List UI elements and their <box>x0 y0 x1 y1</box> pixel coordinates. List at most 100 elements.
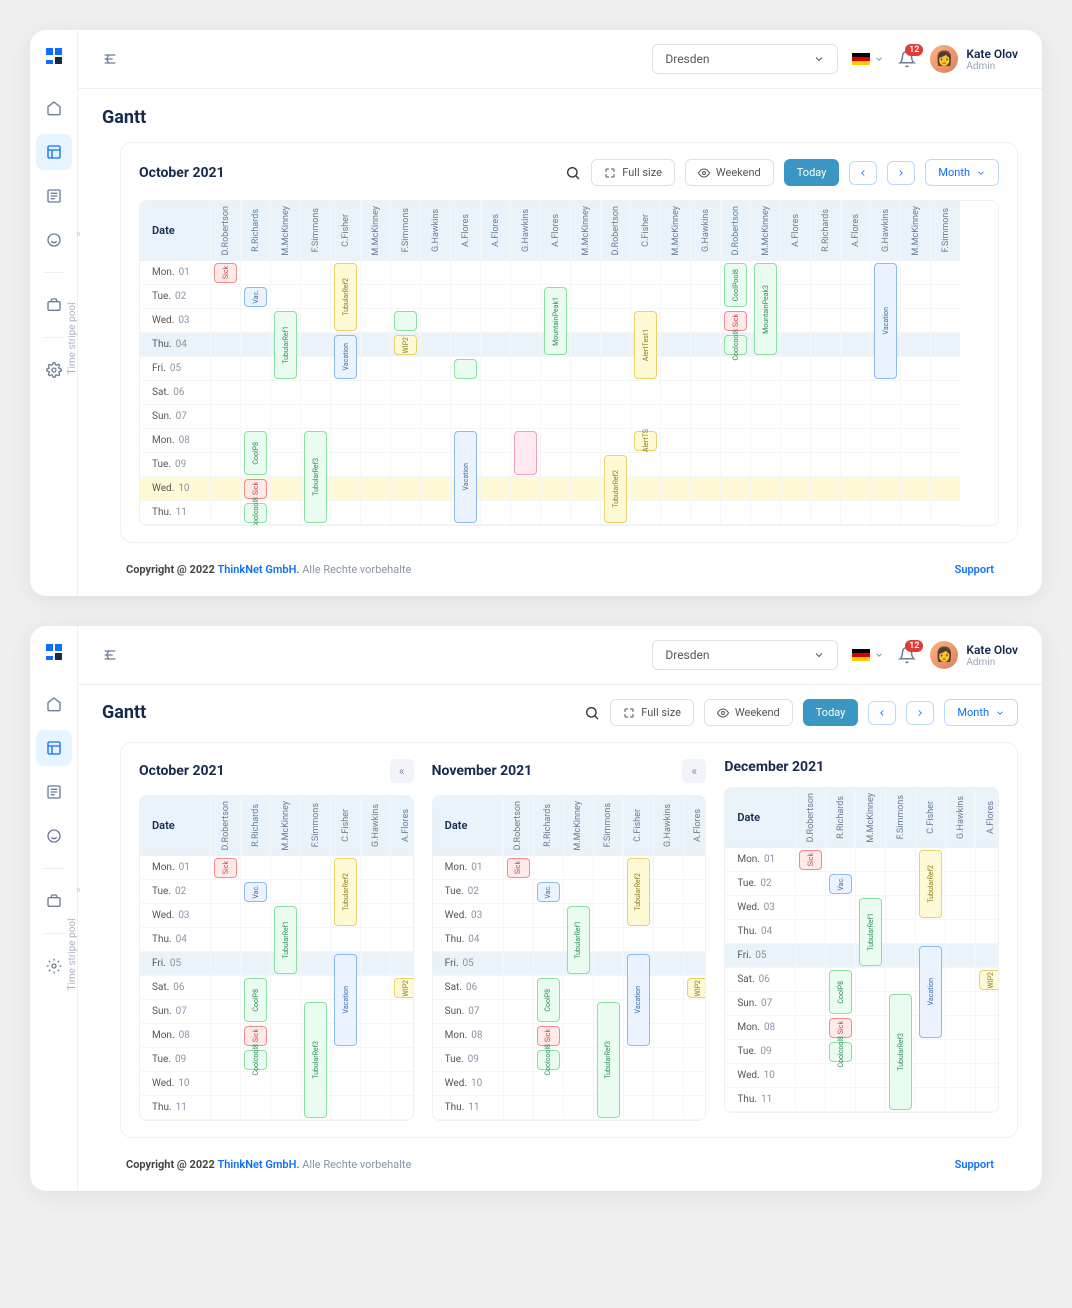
nav-list-icon[interactable] <box>36 774 72 810</box>
search-icon[interactable] <box>584 705 600 721</box>
gantt-task[interactable]: TubularRef3 <box>304 1002 327 1118</box>
gantt-task[interactable]: Coolcool8 <box>244 503 267 523</box>
nav-gantt-icon[interactable] <box>36 730 72 766</box>
sidebar-toggle-icon[interactable] <box>102 51 118 67</box>
nav-home-icon[interactable] <box>36 90 72 126</box>
gantt-task[interactable]: AlertTest1 <box>634 311 657 379</box>
gantt-task[interactable]: TubularRef2 <box>627 858 650 926</box>
gantt-scroll-area[interactable]: D.RobertsonSickR.RichardsVac.CoolP8SickC… <box>795 788 998 1112</box>
today-button[interactable]: Today <box>803 699 859 726</box>
gantt-task[interactable]: Sick <box>507 858 530 878</box>
gantt-task[interactable] <box>454 359 477 379</box>
nav-briefcase-icon[interactable] <box>36 883 72 919</box>
gantt-task[interactable]: CoolP8 <box>537 978 560 1022</box>
gantt-task[interactable] <box>514 431 537 475</box>
nav-smile-icon[interactable] <box>36 222 72 258</box>
gantt-task[interactable]: Vac. <box>244 287 267 307</box>
prev-button[interactable] <box>849 161 877 185</box>
gantt-scroll-area[interactable]: D.RobertsonSickR.RichardsVac.CoolP8SickC… <box>210 201 998 525</box>
gantt-task[interactable]: TubularRef2 <box>604 455 627 523</box>
gantt-task[interactable]: WIP2 <box>979 970 998 990</box>
gantt-task[interactable]: Vacation <box>874 263 897 379</box>
gantt-task[interactable] <box>394 311 417 331</box>
nav-gantt-icon[interactable] <box>36 134 72 170</box>
gantt-task[interactable]: Vacation <box>627 954 650 1046</box>
view-select[interactable]: Month <box>925 159 999 186</box>
gantt-task[interactable]: Coolcool8 <box>244 1050 267 1070</box>
person-header: G.Hawkins <box>691 201 720 261</box>
gantt-task[interactable]: Sick <box>244 479 267 499</box>
gantt-scroll-area[interactable]: D.RobertsonSickR.RichardsVac.CoolP8SickC… <box>210 796 413 1120</box>
gantt-task[interactable]: Vacation <box>919 946 942 1038</box>
search-icon[interactable] <box>565 165 581 181</box>
gantt-task[interactable]: Sick <box>799 850 822 870</box>
gantt-task[interactable]: WIP2 <box>394 978 413 998</box>
view-select[interactable]: Month <box>944 699 1018 726</box>
full-size-button[interactable]: Full size <box>610 699 694 726</box>
gantt-task[interactable]: TubularRef3 <box>304 431 327 523</box>
gantt-task[interactable]: TubularRef3 <box>889 994 912 1110</box>
support-link[interactable]: Support <box>955 563 994 576</box>
gantt-task[interactable]: Sick <box>214 263 237 283</box>
gantt-scroll-area[interactable]: D.RobertsonSickR.RichardsVac.CoolP8SickC… <box>503 796 706 1120</box>
gantt-task[interactable]: Sick <box>829 1018 852 1038</box>
gantt-task[interactable]: MountainPeak1 <box>544 287 567 355</box>
weekend-button[interactable]: Weekend <box>685 159 774 186</box>
gantt-task[interactable]: Coolcool8 <box>537 1050 560 1070</box>
gantt-task[interactable]: Sick <box>214 858 237 878</box>
date-row: Mon. 08 <box>725 1016 795 1040</box>
gantt-task[interactable]: Sick <box>244 1026 267 1046</box>
sidebar-toggle-icon[interactable] <box>102 647 118 663</box>
nav-smile-icon[interactable] <box>36 818 72 854</box>
user-menu[interactable]: 👩Kate OlovAdmin <box>930 641 1018 669</box>
gantt-task[interactable]: Coolcool8 <box>829 1042 852 1062</box>
gantt-task[interactable]: Vacation <box>334 335 357 379</box>
gantt-task[interactable]: TubularRef1 <box>859 898 882 966</box>
support-link[interactable]: Support <box>955 1158 994 1171</box>
nav-home-icon[interactable] <box>36 686 72 722</box>
gantt-task[interactable]: TubularRef1 <box>567 906 590 974</box>
gantt-task[interactable]: MountainPeak3 <box>754 263 777 355</box>
month-collapse-icon[interactable]: « <box>682 759 706 783</box>
weekend-button[interactable]: Weekend <box>704 699 793 726</box>
notifications-button[interactable]: 12 <box>898 646 916 664</box>
person-header: M.McKinney <box>571 201 600 261</box>
gantt-task[interactable]: AlertTS <box>634 431 657 451</box>
person-header: A.Flores <box>451 201 480 261</box>
today-button[interactable]: Today <box>784 159 840 186</box>
gantt-task[interactable]: Vac. <box>537 882 560 902</box>
stripe-pool-expand-icon[interactable]: » <box>76 885 81 896</box>
next-button[interactable] <box>906 701 934 725</box>
gantt-task[interactable]: Vacation <box>334 954 357 1046</box>
stripe-pool-expand-icon[interactable]: » <box>76 229 81 240</box>
gantt-task[interactable]: WIP2 <box>687 978 706 998</box>
next-button[interactable] <box>887 161 915 185</box>
notifications-button[interactable]: 12 <box>898 50 916 68</box>
gantt-task[interactable]: Vac. <box>244 882 267 902</box>
gantt-task[interactable]: TubularRef3 <box>597 1002 620 1118</box>
gantt-task[interactable]: Sick <box>724 311 747 331</box>
location-select[interactable]: Dresden <box>652 44 838 74</box>
prev-button[interactable] <box>868 701 896 725</box>
location-select[interactable]: Dresden <box>652 640 838 670</box>
gantt-task[interactable]: TubularRef1 <box>274 906 297 974</box>
user-menu[interactable]: 👩 Kate Olov Admin <box>930 45 1018 73</box>
gantt-task[interactable]: TubularRef2 <box>334 263 357 331</box>
language-select[interactable] <box>852 53 884 65</box>
month-collapse-icon[interactable]: « <box>390 759 414 783</box>
full-size-button[interactable]: Full size <box>591 159 675 186</box>
gantt-task[interactable]: TubularRef2 <box>334 858 357 926</box>
nav-list-icon[interactable] <box>36 178 72 214</box>
gantt-task[interactable]: CoolP8 <box>244 978 267 1022</box>
gantt-task[interactable]: Sick <box>537 1026 560 1046</box>
gantt-task[interactable]: TubularRef2 <box>919 850 942 918</box>
gantt-task[interactable]: CoolPool8 <box>724 263 747 307</box>
gantt-task[interactable]: Vac. <box>829 874 852 894</box>
gantt-task[interactable]: CoolP8 <box>829 970 852 1014</box>
language-select[interactable] <box>852 649 884 661</box>
gantt-task[interactable]: Vacation <box>454 431 477 523</box>
gantt-task[interactable]: WIP2 <box>394 335 417 355</box>
gantt-task[interactable]: CoolP8 <box>244 431 267 475</box>
gantt-task[interactable]: Coolcool8 <box>724 335 747 355</box>
gantt-task[interactable]: TubularRef1 <box>274 311 297 379</box>
